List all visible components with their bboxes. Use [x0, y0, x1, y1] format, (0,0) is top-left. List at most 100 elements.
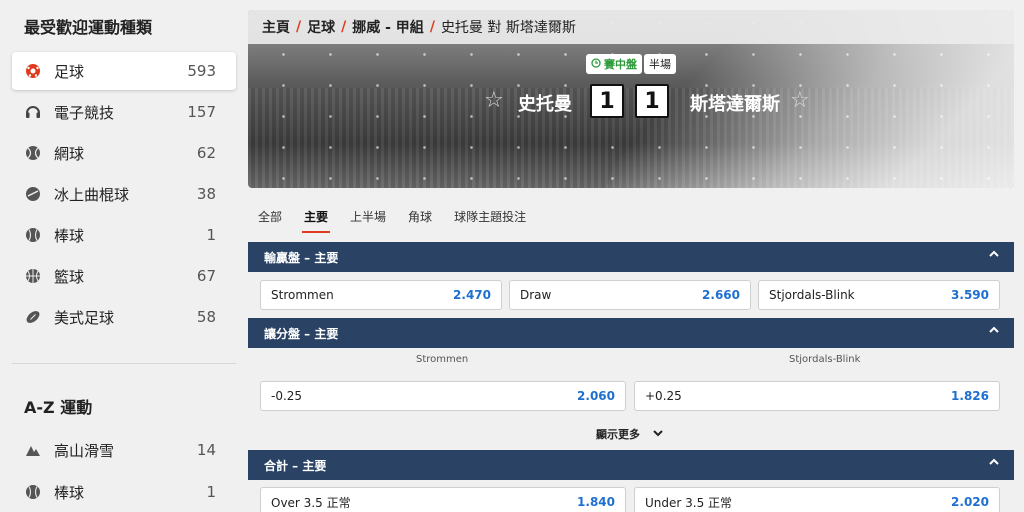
chevron-up-icon[interactable] — [988, 324, 1000, 340]
az-sports-title: A-Z 運動 — [24, 398, 93, 417]
breadcrumb-sport[interactable]: 足球 — [307, 17, 335, 37]
sidebar-item-tennis[interactable]: 網球 62 — [12, 134, 236, 172]
odds-value: 2.060 — [577, 389, 615, 403]
moneyline-section-header[interactable]: 輸贏盤 – 主要 — [248, 242, 1014, 272]
sidebar-item-baseball-az[interactable]: 棒球 1 — [12, 473, 236, 511]
sidebar-item-label: 棒球 — [54, 226, 85, 245]
odds-value: 2.020 — [951, 495, 989, 509]
chevron-up-icon[interactable] — [988, 248, 1000, 264]
live-label: 賽中盤 — [604, 58, 637, 71]
breadcrumb-separator: / — [341, 19, 347, 35]
section-title: 輸贏盤 – 主要 — [264, 250, 339, 265]
sidebar-item-alpine-skiing[interactable]: 高山滑雪 14 — [12, 431, 236, 469]
clock-icon — [591, 57, 601, 71]
match-hero-banner: 主頁 / 足球 / 挪威 - 甲組 / 史托曼 對 斯塔達爾斯 賽中盤 半場 ☆… — [248, 10, 1014, 188]
sidebar-item-baseball[interactable]: 棒球 1 — [12, 216, 236, 254]
american-football-icon — [24, 308, 42, 326]
market-tabs: 全部 主要 上半場 角球 球隊主題投注 — [258, 208, 526, 233]
event-main: 主頁 / 足球 / 挪威 - 甲組 / 史托曼 對 斯塔達爾斯 賽中盤 半場 ☆… — [248, 10, 1014, 512]
outcome-name: Draw — [520, 288, 552, 302]
breadcrumb: 主頁 / 足球 / 挪威 - 甲組 / 史托曼 對 斯塔達爾斯 — [248, 10, 1014, 44]
odds-button-over[interactable]: Over 3.5 正常 1.840 — [260, 487, 626, 512]
tennis-ball-icon — [24, 144, 42, 162]
sidebar-item-count: 1 — [206, 483, 216, 501]
tab-main[interactable]: 主要 — [302, 208, 331, 233]
ice-hockey-puck-icon — [24, 185, 42, 203]
chevron-down-icon — [652, 427, 664, 442]
sidebar-item-count: 67 — [196, 267, 216, 285]
handicap-column-home: Strommen — [416, 354, 469, 365]
odds-value: 1.826 — [951, 389, 989, 403]
home-team-name: 史托曼 — [518, 94, 572, 115]
headset-icon — [24, 103, 42, 121]
away-score: 1 — [635, 84, 669, 118]
odds-button-away[interactable]: Stjordals-Blink 3.590 — [758, 280, 1000, 310]
breadcrumb-separator: / — [429, 19, 435, 35]
odds-button-handicap-away[interactable]: +0.25 1.826 — [634, 381, 1000, 411]
breadcrumb-separator: / — [296, 19, 302, 35]
sports-sidebar: 最受歡迎運動種類 足球 593 電子競技 157 網球 62 冰上曲棍球 38 … — [0, 0, 248, 512]
odds-button-handicap-home[interactable]: -0.25 2.060 — [260, 381, 626, 411]
sidebar-item-label: 高山滑雪 — [54, 441, 115, 460]
tab-first-half[interactable]: 上半場 — [350, 208, 386, 231]
chevron-up-icon[interactable] — [988, 456, 1000, 472]
handicap-section-header[interactable]: 讓分盤 – 主要 — [248, 318, 1014, 348]
match-status: 賽中盤 半場 — [586, 54, 676, 74]
tab-corners[interactable]: 角球 — [408, 208, 432, 231]
handicap-line: +0.25 — [645, 389, 682, 403]
sidebar-item-label: 美式足球 — [54, 308, 115, 327]
odds-value: 3.590 — [951, 288, 989, 302]
period-badge: 半場 — [644, 54, 676, 74]
sidebar-item-count: 593 — [187, 62, 216, 80]
outcome-name: Stjordals-Blink — [769, 288, 855, 302]
sidebar-item-label: 籃球 — [54, 267, 85, 286]
tab-all[interactable]: 全部 — [258, 208, 282, 231]
sidebar-divider — [12, 363, 236, 364]
favorite-away-star-icon[interactable]: ☆ — [790, 88, 810, 113]
popular-sports-title: 最受歡迎運動種類 — [24, 18, 153, 37]
home-score: 1 — [590, 84, 624, 118]
sidebar-item-ice-hockey[interactable]: 冰上曲棍球 38 — [12, 175, 236, 213]
tab-team-specials[interactable]: 球隊主題投注 — [454, 208, 526, 231]
outcome-name: Under 3.5 正常 — [645, 495, 733, 510]
sidebar-item-count: 62 — [196, 144, 216, 162]
away-team-name: 斯塔達爾斯 — [690, 94, 780, 115]
outcome-name: Over 3.5 正常 — [271, 495, 351, 510]
sidebar-item-label: 電子競技 — [54, 103, 115, 122]
sidebar-item-label: 冰上曲棍球 — [54, 185, 130, 204]
sidebar-item-esports[interactable]: 電子競技 157 — [12, 93, 236, 131]
odds-button-draw[interactable]: Draw 2.660 — [509, 280, 751, 310]
odds-button-home[interactable]: Strommen 2.470 — [260, 280, 502, 310]
mountain-icon — [24, 441, 42, 459]
breadcrumb-home[interactable]: 主頁 — [262, 17, 290, 37]
show-more-button[interactable]: 顯示更多 — [596, 426, 664, 442]
odds-button-under[interactable]: Under 3.5 正常 2.020 — [634, 487, 1000, 512]
section-title: 讓分盤 – 主要 — [264, 326, 339, 341]
sidebar-item-label: 網球 — [54, 144, 85, 163]
basketball-icon — [24, 267, 42, 285]
odds-value: 1.840 — [577, 495, 615, 509]
breadcrumb-league[interactable]: 挪威 - 甲組 — [352, 17, 424, 37]
favorite-home-star-icon[interactable]: ☆ — [484, 88, 504, 113]
sidebar-item-american-football[interactable]: 美式足球 58 — [12, 298, 236, 336]
sidebar-item-count: 38 — [196, 185, 216, 203]
breadcrumb-current: 史托曼 對 斯塔達爾斯 — [440, 20, 576, 36]
totals-section-header[interactable]: 合計 – 主要 — [248, 450, 1014, 480]
baseball-icon — [24, 226, 42, 244]
live-badge: 賽中盤 — [586, 54, 642, 74]
odds-value: 2.470 — [453, 288, 491, 302]
section-title: 合計 – 主要 — [264, 458, 327, 473]
sidebar-item-count: 157 — [187, 103, 216, 121]
sidebar-item-label: 足球 — [54, 62, 85, 81]
sidebar-item-basketball[interactable]: 籃球 67 — [12, 257, 236, 295]
handicap-column-away: Stjordals-Blink — [789, 354, 861, 365]
odds-value: 2.660 — [702, 288, 740, 302]
sidebar-item-label: 棒球 — [54, 483, 85, 502]
sidebar-item-count: 1 — [206, 226, 216, 244]
baseball-icon — [24, 483, 42, 501]
sidebar-item-soccer[interactable]: 足球 593 — [12, 52, 236, 90]
soccer-ball-icon — [24, 62, 42, 80]
show-more-label: 顯示更多 — [596, 428, 640, 441]
sidebar-item-count: 58 — [196, 308, 216, 326]
handicap-line: -0.25 — [271, 389, 303, 403]
